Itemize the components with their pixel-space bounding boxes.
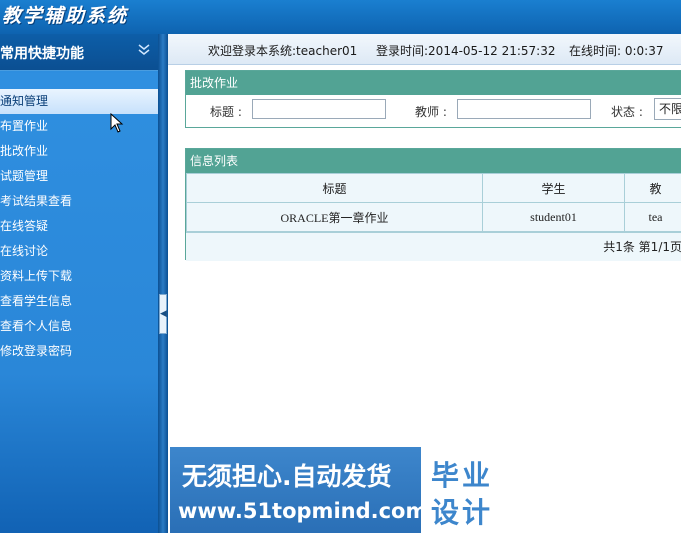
sidebar-item-grade-homework[interactable]: 批改作业 — [0, 139, 158, 164]
sidebar-header[interactable]: 常用快捷功能 — [0, 34, 158, 71]
watermark-logo: 毕业 设计 — [425, 451, 507, 529]
watermark-left: 无须担心.自动发货 www.51topmind.com — [170, 447, 427, 533]
watermark-slogan: 无须担心.自动发货 — [182, 462, 392, 491]
cell-title[interactable]: ORACLE第一章作业 — [186, 202, 483, 232]
column-header-student: 学生 — [482, 173, 625, 203]
sidebar-menu: 通知管理 布置作业 批改作业 试题管理 考试结果查看 在线答疑 在线讨论 资料上… — [0, 89, 158, 364]
sidebar-header-label: 常用快捷功能 — [0, 46, 84, 62]
sidebar-item-view-student-info[interactable]: 查看学生信息 — [0, 289, 158, 314]
watermark-logo-line1: 毕业 — [431, 459, 494, 492]
pagination-info: 共1条 第1/1页 — [186, 232, 681, 261]
cell-student: student01 — [482, 202, 625, 232]
list-panel-title: 信息列表 — [186, 149, 681, 173]
info-table: 标题 学生 教 ORACLE第一章作业 student01 tea — [186, 173, 681, 232]
watermark-banner: 无须担心.自动发货 www.51topmind.com 毕业 设计 — [170, 447, 511, 533]
welcome-text: 欢迎登录本系统:teacher01 — [208, 44, 358, 58]
column-header-title: 标题 — [186, 173, 483, 203]
status-bar: 欢迎登录本系统:teacher01 登录时间:2014-05-12 21:57:… — [168, 34, 681, 65]
login-time: 登录时间:2014-05-12 21:57:32 — [376, 44, 556, 58]
table-row[interactable]: ORACLE第一章作业 student01 tea — [186, 202, 681, 232]
app-header: 教学辅助系统 — [0, 0, 681, 34]
collapse-sidebar-handle[interactable]: ◀ — [159, 294, 167, 334]
title-label: 标题 : — [210, 105, 242, 119]
mouse-cursor-icon — [110, 113, 124, 133]
sidebar-item-assign-homework[interactable]: 布置作业 — [0, 114, 158, 139]
collapse-left-icon: ◀ — [160, 309, 167, 319]
search-form: 标题 : 教师 : 状态 : 不限 — [186, 95, 681, 129]
teacher-input[interactable] — [457, 99, 591, 119]
watermark-url: www.51topmind.com — [178, 499, 428, 523]
title-input[interactable] — [252, 99, 386, 119]
online-time: 在线时间: 0:0:37 — [569, 44, 664, 58]
table-header-row: 标题 学生 教 — [186, 173, 681, 203]
sidebar-splitter[interactable] — [158, 34, 168, 533]
teacher-label: 教师 : — [415, 105, 447, 119]
sidebar-item-notice-management[interactable]: 通知管理 — [0, 89, 158, 114]
sidebar: 常用快捷功能 通知管理 布置作业 批改作业 试题管理 考试结果查看 在线答疑 在… — [0, 34, 158, 533]
sidebar-item-change-password[interactable]: 修改登录密码 — [0, 339, 158, 364]
sidebar-item-file-upload-download[interactable]: 资料上传下载 — [0, 264, 158, 289]
sidebar-item-online-qa[interactable]: 在线答疑 — [0, 214, 158, 239]
sidebar-item-question-management[interactable]: 试题管理 — [0, 164, 158, 189]
sidebar-item-view-personal-info[interactable]: 查看个人信息 — [0, 314, 158, 339]
cell-teacher: tea — [624, 202, 681, 232]
watermark-logo-line2: 设计 — [431, 496, 494, 529]
search-panel: 批改作业 标题 : 教师 : 状态 : 不限 — [185, 70, 681, 128]
status-label: 状态 : — [611, 105, 643, 119]
status-select[interactable]: 不限 — [654, 98, 681, 120]
sidebar-item-exam-results[interactable]: 考试结果查看 — [0, 189, 158, 214]
list-panel: 信息列表 标题 学生 教 ORACLE第一章作业 student01 tea 共… — [185, 148, 681, 261]
search-panel-title: 批改作业 — [186, 71, 681, 95]
chevron-double-down-icon[interactable] — [136, 40, 152, 58]
sidebar-item-online-discussion[interactable]: 在线讨论 — [0, 239, 158, 264]
app-title: 教学辅助系统 — [2, 5, 129, 27]
column-header-teacher: 教 — [624, 173, 681, 203]
